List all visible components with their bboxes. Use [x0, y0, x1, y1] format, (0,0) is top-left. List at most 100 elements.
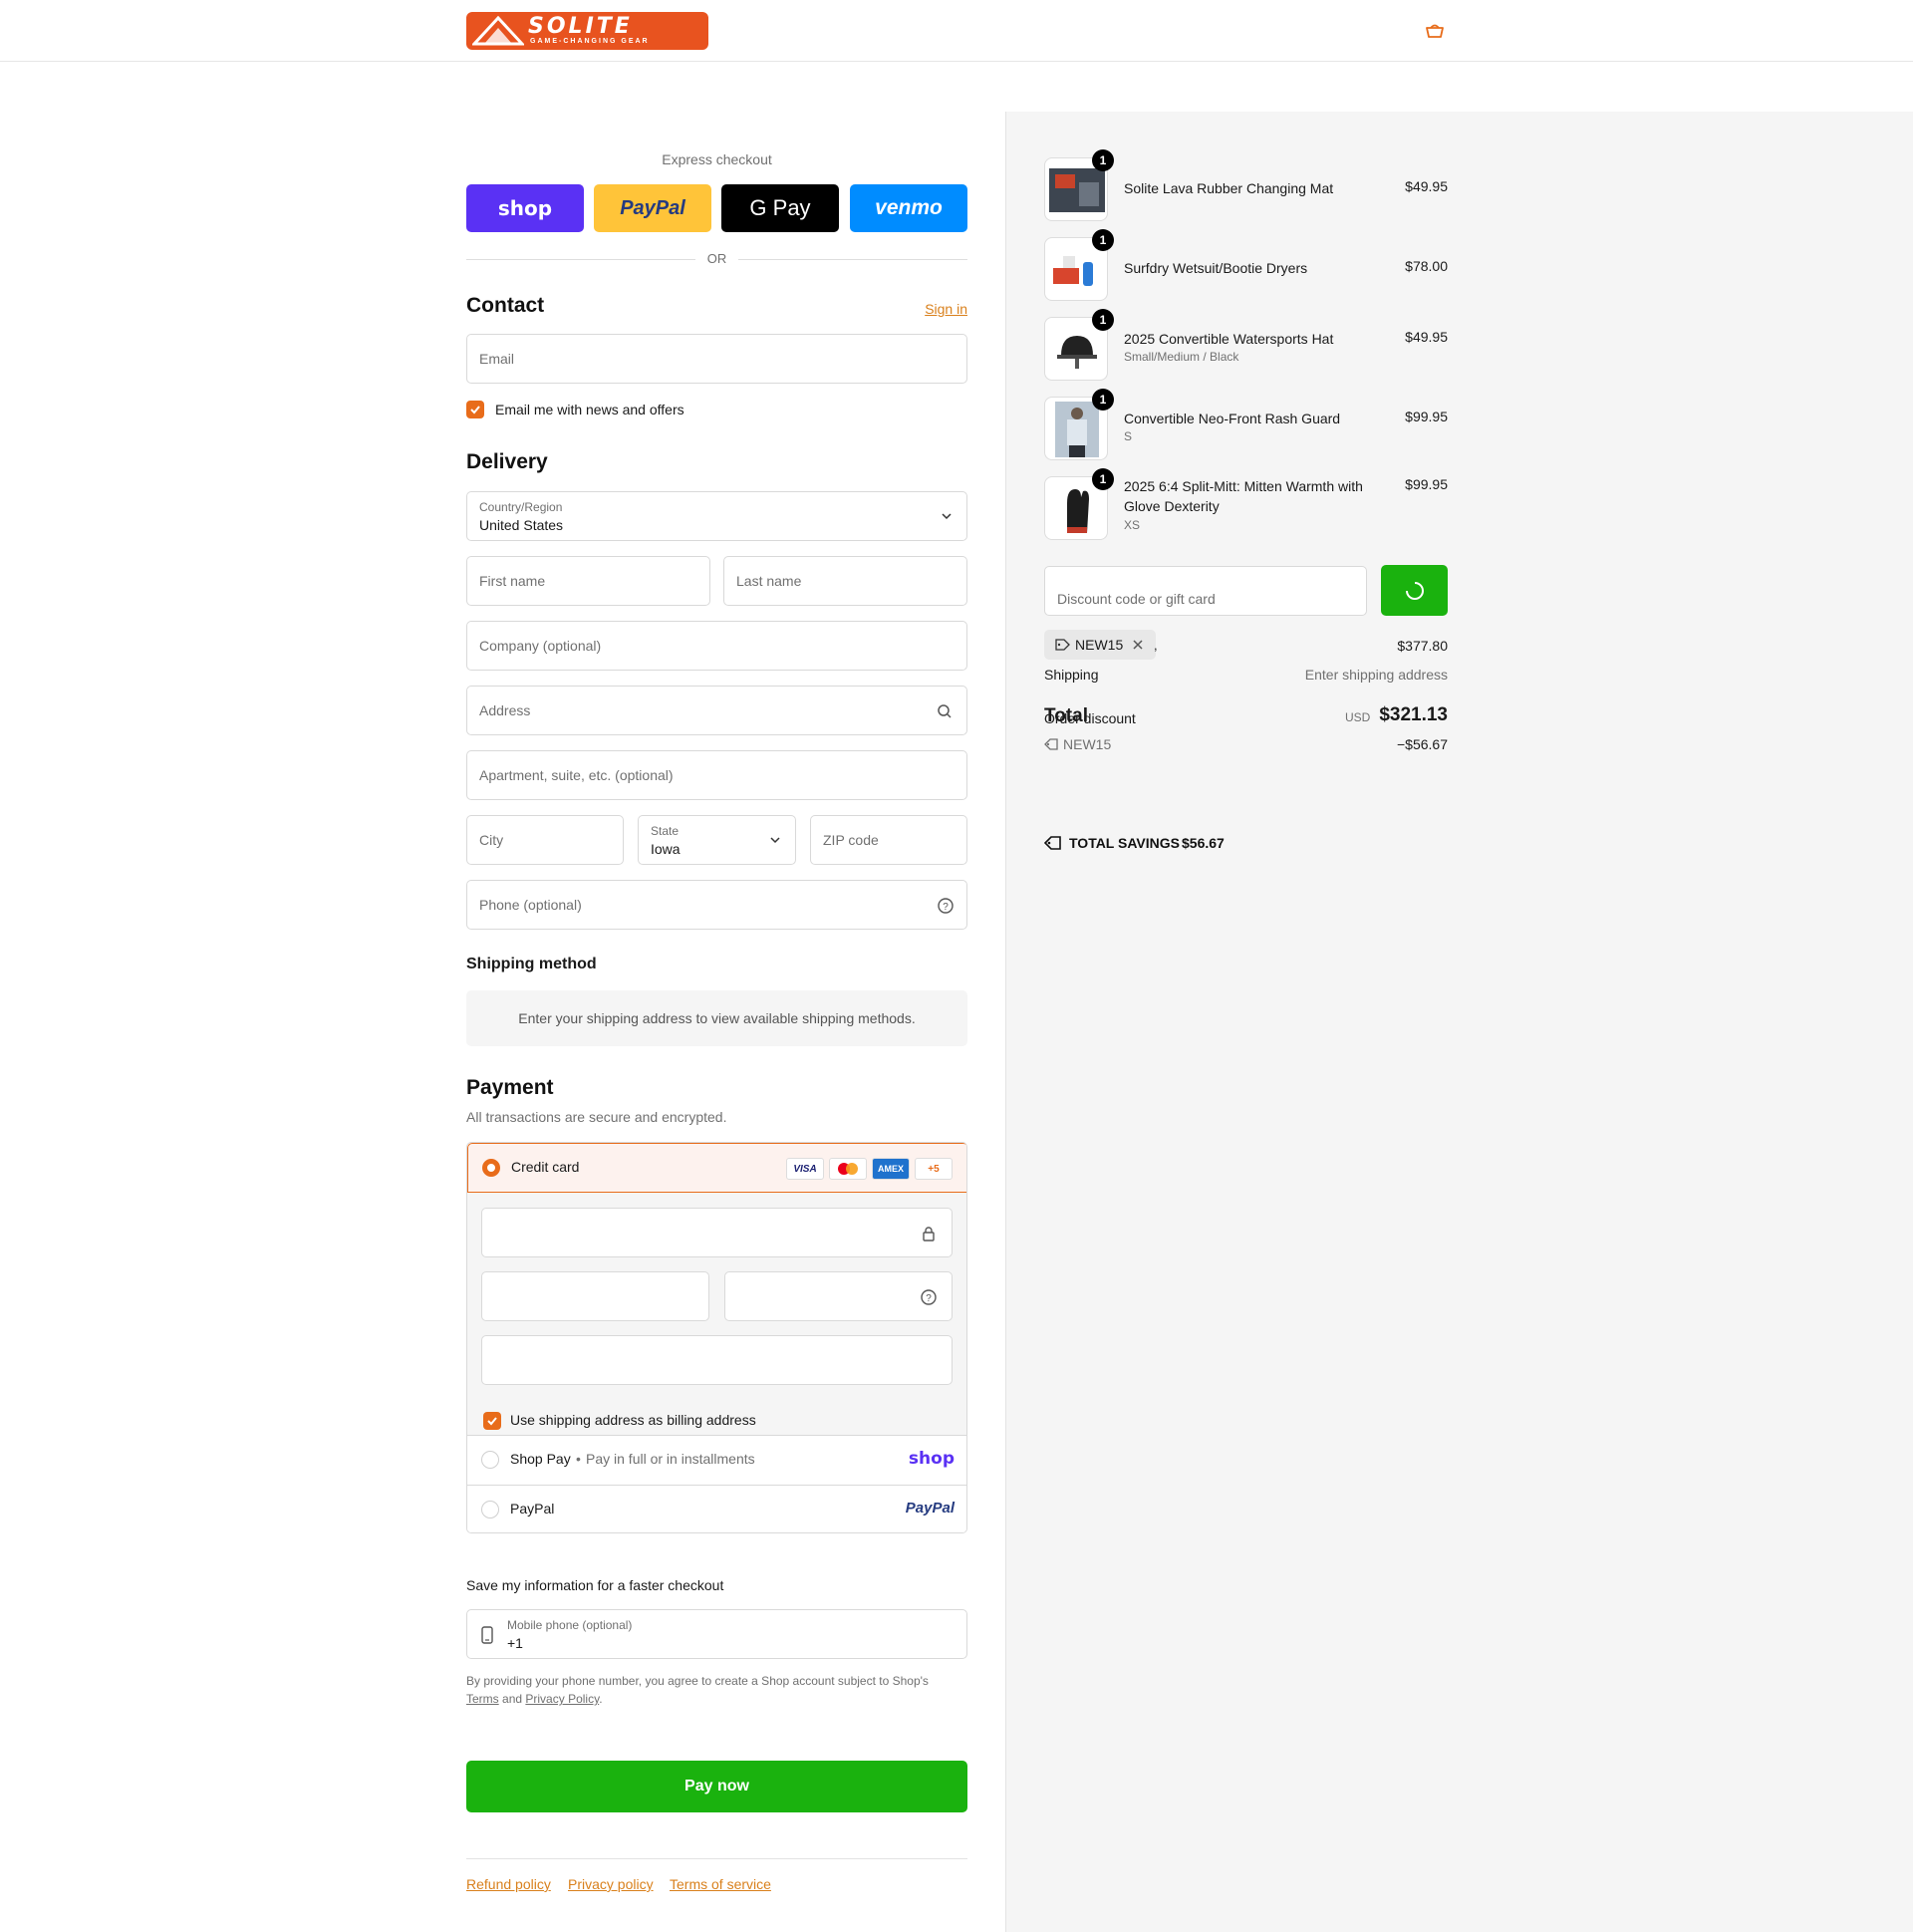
- paypal-button[interactable]: PayPal: [594, 184, 711, 232]
- quantity-badge: 1: [1092, 309, 1114, 331]
- mobile-phone-value: +1: [507, 1635, 523, 1651]
- shop-pay-sub: Pay in full or in installments: [586, 1451, 755, 1467]
- shop-pay-radio[interactable]: [481, 1451, 499, 1469]
- refund-policy-link[interactable]: Refund policy: [466, 1876, 551, 1892]
- site-header: SOLITE GAME-CHANGING GEAR: [0, 0, 1913, 62]
- address-field[interactable]: Address: [466, 686, 967, 735]
- more-cards-badge: +5: [915, 1158, 953, 1180]
- product-name: Solite Lava Rubber Changing Mat: [1124, 180, 1334, 196]
- total-savings-value: $56.67: [1182, 835, 1225, 851]
- checkmark-icon: [470, 406, 480, 414]
- phone-field[interactable]: Phone (optional) ?: [466, 880, 967, 930]
- cart-icon[interactable]: [1424, 22, 1446, 40]
- paypal-option[interactable]: PayPal PayPal: [467, 1485, 966, 1532]
- product-name: 2025 Convertible Watersports Hat: [1124, 331, 1334, 347]
- cart-item: 1 Convertible Neo-Front Rash Guard S $99…: [1044, 389, 1448, 460]
- state-label: State: [651, 824, 680, 838]
- mobile-phone-field[interactable]: Mobile phone (optional) +1: [466, 1609, 967, 1659]
- newsletter-label: Email me with news and offers: [495, 402, 684, 417]
- shipping-method-message: Enter your shipping address to view avai…: [466, 990, 967, 1046]
- svg-text:?: ?: [926, 1293, 932, 1304]
- paypal-radio[interactable]: [481, 1501, 499, 1518]
- legal-and: and: [502, 1692, 523, 1706]
- state-value: Iowa: [651, 841, 681, 857]
- zip-field[interactable]: ZIP code: [810, 815, 967, 865]
- amex-icon: AMEX: [872, 1158, 910, 1180]
- city-field[interactable]: City: [466, 815, 624, 865]
- mobile-phone-label: Mobile phone (optional): [507, 1618, 633, 1632]
- newsletter-checkbox[interactable]: [466, 401, 484, 418]
- brand-name: SOLITE: [528, 14, 633, 39]
- brand-tagline: GAME-CHANGING GEAR: [530, 38, 650, 45]
- security-code-field[interactable]: ?: [724, 1271, 953, 1321]
- product-price: $78.00: [1405, 258, 1448, 274]
- product-variant: Small/Medium / Black: [1124, 350, 1239, 364]
- credit-card-label: Credit card: [511, 1159, 580, 1175]
- country-select[interactable]: Country/Region United States: [466, 491, 967, 541]
- checkmark-icon: [487, 1417, 497, 1426]
- search-icon: [938, 704, 952, 718]
- solite-logo[interactable]: SOLITE GAME-CHANGING GEAR: [466, 12, 708, 50]
- name-on-card-field[interactable]: [481, 1335, 953, 1385]
- product-name: 2025 6:4 Split-Mitt: Mitten Warmth with …: [1124, 478, 1363, 514]
- apartment-field[interactable]: Apartment, suite, etc. (optional): [466, 750, 967, 800]
- phone-placeholder: Phone (optional): [479, 897, 582, 913]
- credit-card-radio[interactable]: [482, 1159, 500, 1177]
- email-field[interactable]: Email: [466, 334, 967, 384]
- country-label: Country/Region: [479, 500, 563, 514]
- product-price: $49.95: [1405, 329, 1448, 345]
- shop-pay-option[interactable]: Shop Pay • Pay in full or in installment…: [467, 1435, 966, 1485]
- order-summary-panel: [1005, 112, 1913, 1932]
- country-value: United States: [479, 517, 564, 533]
- cart-item: 1 Solite Lava Rubber Changing Mat $49.95: [1044, 149, 1448, 221]
- state-select[interactable]: State Iowa: [638, 815, 796, 865]
- discount-code-field[interactable]: Discount code or gift card: [1044, 566, 1367, 616]
- product-variant: XS: [1124, 518, 1141, 532]
- or-text: OR: [695, 251, 738, 266]
- expiration-field[interactable]: [481, 1271, 709, 1321]
- company-placeholder: Company (optional): [479, 638, 602, 654]
- credit-card-option[interactable]: Credit card VISA AMEX +5: [467, 1143, 966, 1193]
- product-price: $99.95: [1405, 409, 1448, 424]
- shop-terms-link[interactable]: Terms: [466, 1692, 499, 1706]
- company-field[interactable]: Company (optional): [466, 621, 967, 671]
- first-name-placeholder: First name: [479, 573, 546, 589]
- last-name-placeholder: Last name: [736, 573, 802, 589]
- pay-now-button[interactable]: Pay now: [466, 1761, 967, 1812]
- city-placeholder: City: [479, 832, 504, 848]
- help-icon[interactable]: ?: [920, 1288, 938, 1306]
- subtotal-value: $377.80: [1397, 638, 1448, 654]
- total-value: $321.13: [1379, 704, 1448, 725]
- legal-prefix: By providing your phone number, you agre…: [466, 1674, 929, 1688]
- express-checkout-title: Express checkout: [662, 151, 772, 167]
- cart-item: 1 2025 6:4 Split-Mitt: Mitten Warmth wit…: [1044, 468, 1448, 540]
- chevron-down-icon: [770, 837, 780, 844]
- address-placeholder: Address: [479, 702, 531, 718]
- product-name: Surfdry Wetsuit/Bootie Dryers: [1124, 260, 1308, 276]
- contact-heading: Contact: [466, 294, 545, 317]
- terms-of-service-link[interactable]: Terms of service: [670, 1876, 771, 1892]
- billing-label: Use shipping address as billing address: [510, 1412, 756, 1428]
- help-icon[interactable]: ?: [937, 897, 955, 915]
- cart-item: 1 Surfdry Wetsuit/Bootie Dryers $78.00: [1044, 229, 1448, 301]
- venmo-button[interactable]: venmo: [850, 184, 967, 232]
- shipping-method-heading: Shipping method: [466, 956, 597, 972]
- email-placeholder: Email: [479, 351, 515, 367]
- billing-checkbox[interactable]: [483, 1412, 501, 1430]
- last-name-field[interactable]: Last name: [723, 556, 967, 606]
- delivery-heading: Delivery: [466, 450, 548, 473]
- card-number-field[interactable]: [481, 1208, 953, 1257]
- first-name-field[interactable]: First name: [466, 556, 710, 606]
- sign-in-link[interactable]: Sign in: [925, 301, 967, 317]
- svg-text:?: ?: [943, 902, 949, 913]
- quantity-badge: 1: [1092, 468, 1114, 490]
- privacy-policy-link[interactable]: Privacy policy: [568, 1876, 654, 1892]
- save-info-heading: Save my information for a faster checkou…: [466, 1577, 724, 1593]
- zip-placeholder: ZIP code: [823, 832, 879, 848]
- quantity-badge: 1: [1092, 389, 1114, 411]
- visa-icon: VISA: [786, 1158, 824, 1180]
- google-pay-button[interactable]: G Pay: [721, 184, 839, 232]
- shop-pay-button[interactable]: shop: [466, 184, 584, 232]
- apply-discount-button[interactable]: [1381, 565, 1448, 616]
- shop-privacy-link[interactable]: Privacy Policy: [525, 1692, 599, 1706]
